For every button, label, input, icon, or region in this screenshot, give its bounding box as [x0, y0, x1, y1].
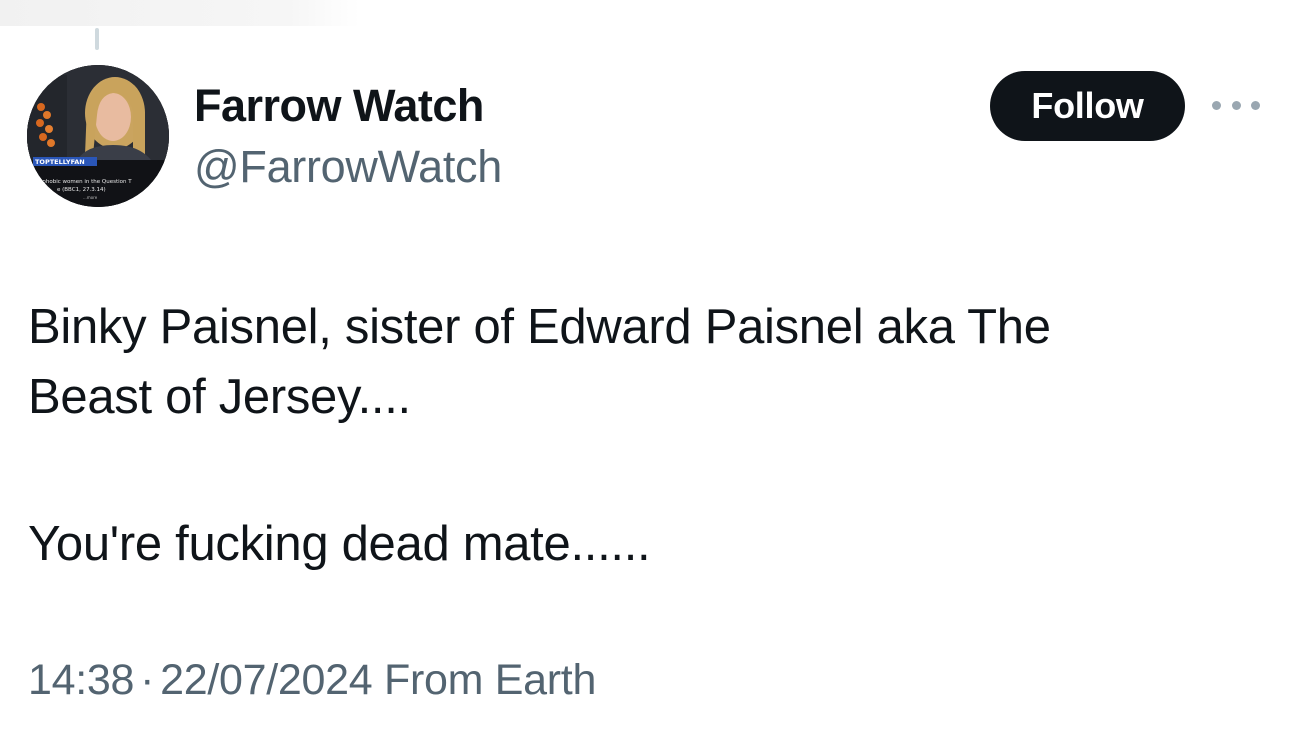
- tweet-text-line: You're fucking dead mate......: [28, 517, 651, 571]
- tweet-text-line: Binky Paisnel, sister of Edward Paisnel …: [28, 300, 1051, 354]
- more-horizontal-icon: [1212, 100, 1221, 110]
- previous-tweet-edge: [0, 0, 360, 26]
- author-display-name[interactable]: Farrow Watch: [194, 80, 484, 132]
- avatar[interactable]: TOPTELLYFAN ophobic women in the Questio…: [27, 65, 169, 207]
- more-horizontal-icon: [1251, 100, 1260, 110]
- follow-button[interactable]: Follow: [990, 71, 1185, 141]
- paragraph-break: [28, 432, 1258, 509]
- thread-connector-line: [95, 28, 99, 50]
- tweet-text-line: Beast of Jersey....: [28, 370, 411, 424]
- author-handle[interactable]: @FarrowWatch: [194, 141, 502, 193]
- tweet-date[interactable]: 22/07/2024: [160, 656, 373, 704]
- avatar-caption-line-1: ophobic women in the Question T: [39, 179, 132, 185]
- avatar-caption-line-3: ...more: [83, 195, 98, 200]
- avatar-logo-text: TOPTELLYFAN: [35, 158, 85, 166]
- avatar-image: TOPTELLYFAN ophobic women in the Questio…: [27, 65, 169, 207]
- more-options-button[interactable]: [1212, 92, 1260, 118]
- tweet-source: From Earth: [384, 656, 597, 704]
- meta-separator: ·: [140, 656, 155, 704]
- more-horizontal-icon: [1231, 100, 1241, 110]
- tweet-metadata: 14:38 · 22/07/2024 From Earth: [28, 656, 596, 705]
- tweet-text: Binky Paisnel, sister of Edward Paisnel …: [28, 292, 1258, 579]
- avatar-caption-line-2: e (BBC1, 27.3.14): [57, 187, 106, 193]
- tweet-time[interactable]: 14:38: [28, 656, 134, 704]
